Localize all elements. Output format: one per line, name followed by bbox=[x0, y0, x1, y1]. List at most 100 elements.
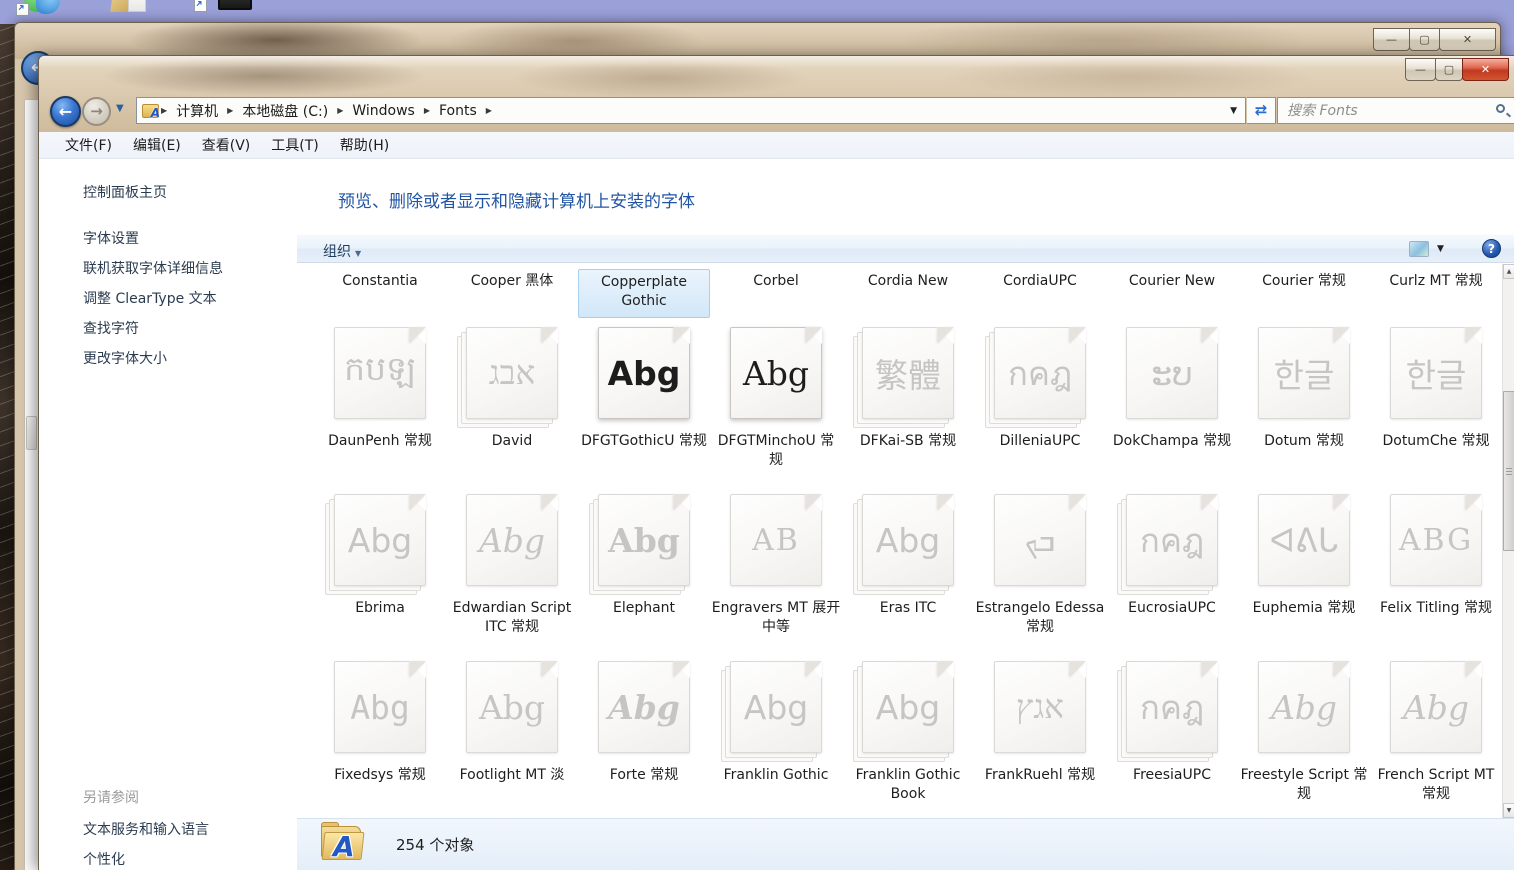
font-tile[interactable]: AbgFranklin Gothic Book bbox=[842, 661, 974, 804]
font-file-icon: ະບ bbox=[1126, 327, 1218, 419]
font-tile[interactable]: กคฎEucrosiaUPC bbox=[1106, 494, 1238, 637]
font-tile[interactable]: AbgDFGTMinchoU 常规 bbox=[710, 327, 842, 470]
font-tile[interactable]: AbgForte 常规 bbox=[578, 661, 710, 804]
font-file-icon: Abg bbox=[730, 327, 822, 419]
sidebar-task-link[interactable]: 字体设置 bbox=[83, 224, 223, 254]
desktop-device-shortcut-icon[interactable] bbox=[194, 0, 252, 12]
sidebar-item-control-panel-home[interactable]: 控制面板主页 bbox=[83, 182, 167, 202]
font-tile[interactable]: 繁體DFKai-SB 常规 bbox=[842, 327, 974, 470]
breadcrumb-item[interactable]: 计算机 bbox=[169, 101, 225, 121]
font-tile[interactable]: AbgEbrima bbox=[314, 494, 446, 637]
font-name: Felix Titling 常规 bbox=[1380, 599, 1492, 618]
font-tile[interactable]: אגץFrankRuehl 常规 bbox=[974, 661, 1106, 804]
vertical-scrollbar[interactable]: ▲ ▼ bbox=[1502, 264, 1514, 818]
font-tile[interactable]: אבגDavid bbox=[446, 327, 578, 470]
breadcrumb-item[interactable]: 本地磁盘 (C:) bbox=[235, 101, 335, 121]
font-preview-glyphs: ະບ bbox=[1151, 354, 1193, 393]
font-tile[interactable]: Curlz MT 常规 bbox=[1370, 269, 1502, 318]
font-name: Cooper 黑体 bbox=[471, 272, 554, 291]
sidebar-task-link[interactable]: 查找字符 bbox=[83, 314, 223, 344]
maximize-button[interactable]: ▢ bbox=[1435, 58, 1463, 81]
bg-minimize-button[interactable]: — bbox=[1373, 28, 1410, 51]
font-preview-glyphs: Abg bbox=[1271, 688, 1337, 727]
desktop-app-shortcut-icon[interactable] bbox=[16, 0, 56, 16]
bg-maximize-button[interactable]: ▢ bbox=[1409, 28, 1440, 51]
menu-item[interactable]: 查看(V) bbox=[202, 135, 251, 155]
font-tile[interactable]: Copperplate Gothic bbox=[578, 269, 710, 318]
minimize-button[interactable]: — bbox=[1405, 58, 1436, 81]
font-file-icon: កបឡ bbox=[334, 327, 426, 419]
sidebar-see-also-link[interactable]: 文本服务和输入语言 bbox=[83, 815, 209, 845]
font-tile[interactable]: Cordia New bbox=[842, 269, 974, 318]
scrollbar-thumb[interactable] bbox=[1503, 391, 1514, 551]
font-tile[interactable]: CordiaUPC bbox=[974, 269, 1106, 318]
back-button[interactable]: ← bbox=[50, 96, 81, 127]
font-tile[interactable]: AbgFrench Script MT 常规 bbox=[1370, 661, 1502, 804]
font-tile[interactable]: AbgElephant bbox=[578, 494, 710, 637]
scroll-up-icon[interactable]: ▲ bbox=[1503, 264, 1514, 279]
font-name: DilleniaUPC bbox=[1000, 432, 1081, 451]
sidebar-task-link[interactable]: 更改字体大小 bbox=[83, 344, 223, 374]
address-dropdown-icon[interactable]: ▼ bbox=[1230, 106, 1237, 116]
breadcrumb-item[interactable]: Windows bbox=[345, 103, 422, 119]
font-preview-glyphs: Abg bbox=[348, 521, 412, 560]
close-button[interactable]: ✕ bbox=[1462, 58, 1509, 81]
font-tile[interactable]: AbgFootlight MT 淡 bbox=[446, 661, 578, 804]
desktop-folder-icon[interactable] bbox=[112, 0, 154, 14]
font-tile[interactable]: ABEngravers MT 展开 中等 bbox=[710, 494, 842, 637]
font-tile[interactable]: Cooper 黑体 bbox=[446, 269, 578, 318]
bg-close-button[interactable]: ✕ bbox=[1439, 28, 1496, 51]
menu-item[interactable]: 帮助(H) bbox=[340, 135, 389, 155]
font-label-box: CordiaUPC bbox=[999, 269, 1081, 294]
font-name: Eras ITC bbox=[880, 599, 937, 618]
font-tile[interactable]: AbgEras ITC bbox=[842, 494, 974, 637]
refresh-button[interactable]: ⇄ bbox=[1247, 97, 1276, 124]
breadcrumb[interactable]: A ▶计算机▶本地磁盘 (C:)▶Windows▶Fonts▶ ▼ bbox=[136, 97, 1246, 124]
font-tile[interactable]: ABGFelix Titling 常规 bbox=[1370, 494, 1502, 637]
font-tile[interactable]: AbgFreestyle Script 常规 bbox=[1238, 661, 1370, 804]
search-input[interactable] bbox=[1278, 98, 1514, 123]
font-file-icon: Abg bbox=[1390, 661, 1482, 753]
font-name: DFKai-SB 常规 bbox=[860, 432, 956, 451]
menu-item[interactable]: 工具(T) bbox=[271, 135, 318, 155]
font-tile[interactable]: Courier New bbox=[1106, 269, 1238, 318]
font-tile[interactable]: AbgFranklin Gothic bbox=[710, 661, 842, 804]
recent-pages-caret-icon[interactable]: ▼ bbox=[116, 103, 124, 114]
font-tile[interactable]: กคฎFreesiaUPC bbox=[1106, 661, 1238, 804]
scroll-down-icon[interactable]: ▼ bbox=[1503, 803, 1514, 818]
font-tile[interactable]: កបឡDaunPenh 常规 bbox=[314, 327, 446, 470]
sidebar-task-link[interactable]: 调整 ClearType 文本 bbox=[83, 284, 223, 314]
menu-item[interactable]: 文件(F) bbox=[65, 135, 112, 155]
font-tile[interactable]: Corbel bbox=[710, 269, 842, 318]
font-tile[interactable]: AbgDFGTGothicU 常规 bbox=[578, 327, 710, 470]
font-name: Copperplate Gothic bbox=[583, 273, 705, 311]
menu-item[interactable]: 编辑(E) bbox=[133, 135, 181, 155]
font-tile[interactable]: ᐊᕕᒐEuphemia 常规 bbox=[1238, 494, 1370, 637]
font-file-icon: 한글 bbox=[1390, 327, 1482, 419]
views-caret-icon[interactable]: ▼ bbox=[1437, 244, 1444, 254]
font-tile[interactable]: Courier 常规 bbox=[1238, 269, 1370, 318]
font-name: Edwardian Script ITC 常规 bbox=[447, 599, 577, 637]
font-tile[interactable]: Abg Edwardian Script ITC 常规 bbox=[446, 494, 578, 637]
font-name: Cordia New bbox=[868, 272, 948, 291]
breadcrumb-item[interactable]: Fonts bbox=[432, 103, 484, 119]
font-grid-row: កបឡDaunPenh 常规אבגDavidAbgDFGTGothicU 常规A… bbox=[314, 327, 1502, 470]
sidebar-task-link[interactable]: 联机获取字体详细信息 bbox=[83, 254, 223, 284]
font-name: FrankRuehl 常规 bbox=[985, 766, 1095, 785]
font-preview-glyphs: กคฎ bbox=[1140, 514, 1204, 567]
font-tile[interactable]: Constantia bbox=[314, 269, 446, 318]
font-preview-glyphs: Abg bbox=[479, 521, 545, 560]
font-tile[interactable]: ܒܟEstrangelo Edessa 常规 bbox=[974, 494, 1106, 637]
menu-bar: 文件(F) 编辑(E) 查看(V) 工具(T) 帮助(H) bbox=[39, 132, 1514, 159]
font-tile[interactable]: AbgFixedsys 常规 bbox=[314, 661, 446, 804]
font-name: CordiaUPC bbox=[1003, 272, 1077, 291]
font-tile[interactable]: กคฎDilleniaUPC bbox=[974, 327, 1106, 470]
organize-button[interactable]: 组织▼ bbox=[323, 241, 361, 261]
forward-button[interactable]: → bbox=[82, 97, 111, 126]
sidebar-see-also-link[interactable]: 个性化 bbox=[83, 845, 209, 870]
help-button[interactable]: ? bbox=[1482, 239, 1501, 258]
font-tile[interactable]: 한글Dotum 常规 bbox=[1238, 327, 1370, 470]
views-button[interactable] bbox=[1409, 241, 1429, 257]
font-tile[interactable]: 한글DotumChe 常规 bbox=[1370, 327, 1502, 470]
font-tile[interactable]: ະບDokChampa 常规 bbox=[1106, 327, 1238, 470]
